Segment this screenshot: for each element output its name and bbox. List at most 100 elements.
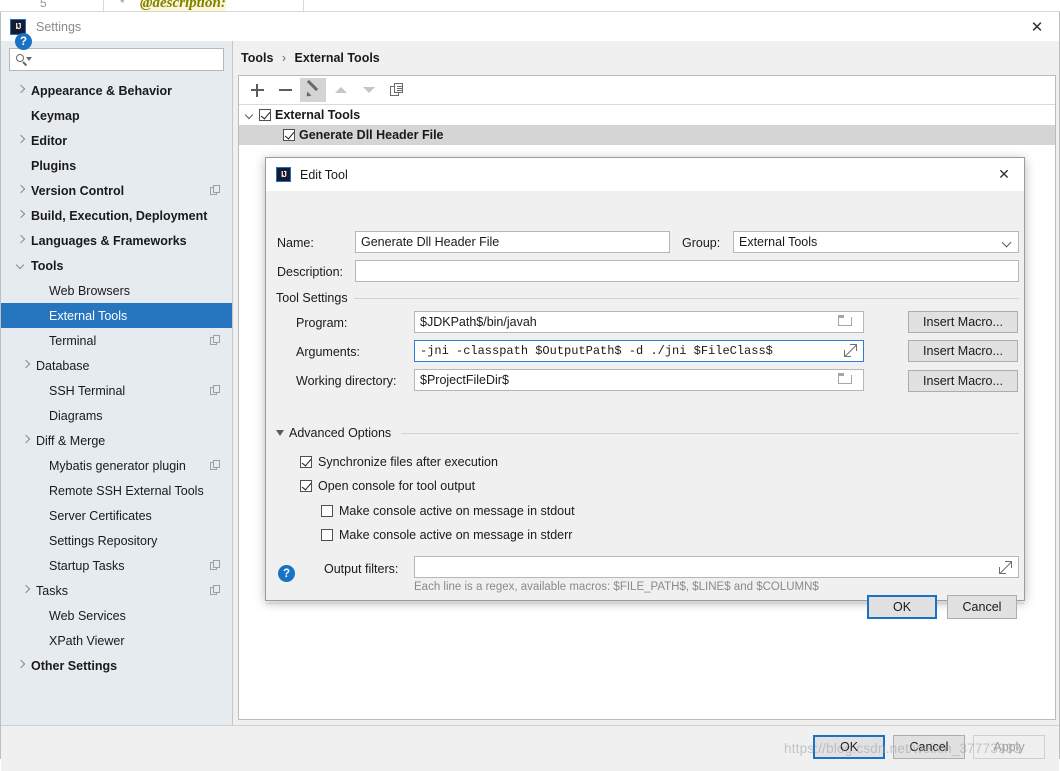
sidebar-item-database[interactable]: Database: [1, 353, 232, 378]
search-container: [1, 41, 232, 77]
sidebar-item-keymap[interactable]: Keymap: [1, 103, 232, 128]
checkbox-label: Make console active on message in stdout: [339, 504, 575, 518]
sidebar-item-settings-repository[interactable]: Settings Repository: [1, 528, 232, 553]
chevron-right-icon[interactable]: [20, 359, 33, 372]
checkbox-synchronize-files[interactable]: Synchronize files after execution: [300, 455, 498, 469]
close-icon[interactable]: ✕: [1015, 12, 1059, 41]
sidebar-item-languages-frameworks[interactable]: Languages & Frameworks: [1, 228, 232, 253]
dialog-cancel-button[interactable]: Cancel: [947, 595, 1017, 619]
sidebar-item-diff-merge[interactable]: Diff & Merge: [1, 428, 232, 453]
name-input[interactable]: [355, 231, 670, 253]
sidebar-item-web-browsers[interactable]: Web Browsers: [1, 278, 232, 303]
sidebar-item-xpath-viewer[interactable]: XPath Viewer: [1, 628, 232, 653]
checkbox-icon: [300, 456, 312, 468]
chevron-right-icon[interactable]: [15, 184, 28, 197]
sidebar-item-ssh-terminal[interactable]: SSH Terminal: [1, 378, 232, 403]
sidebar-item-web-services[interactable]: Web Services: [1, 603, 232, 628]
search-box[interactable]: [9, 48, 224, 71]
checkbox-icon: [321, 505, 333, 517]
close-icon[interactable]: ✕: [984, 158, 1024, 191]
insert-macro-arguments-button[interactable]: Insert Macro...: [908, 340, 1018, 362]
chevron-right-icon[interactable]: [15, 234, 28, 247]
settings-cancel-button[interactable]: Cancel: [893, 735, 965, 759]
sidebar-item-editor[interactable]: Editor: [1, 128, 232, 153]
triangle-down-icon: [276, 430, 284, 436]
sidebar-item-startup-tasks[interactable]: Startup Tasks: [1, 553, 232, 578]
checkbox-console-active-stderr[interactable]: Make console active on message in stderr: [321, 528, 572, 542]
chevron-right-icon[interactable]: [15, 209, 28, 222]
checkbox-icon[interactable]: [259, 109, 271, 121]
output-filters-input[interactable]: [414, 556, 1019, 578]
checkbox-console-active-stdout[interactable]: Make console active on message in stdout: [321, 504, 575, 518]
chevron-right-icon[interactable]: [20, 434, 33, 447]
advanced-options-toggle[interactable]: Advanced Options: [276, 426, 391, 440]
tool-settings-legend: Tool Settings: [276, 291, 354, 305]
sidebar-item-label: Plugins: [31, 158, 77, 173]
folder-icon[interactable]: [838, 315, 852, 327]
sidebar-item-version-control[interactable]: Version Control: [1, 178, 232, 203]
sidebar-item-label: SSH Terminal: [49, 383, 126, 398]
sidebar-item-other-settings[interactable]: Other Settings: [1, 653, 232, 678]
breadcrumb-root[interactable]: Tools: [241, 51, 273, 65]
help-icon[interactable]: ?: [278, 565, 295, 582]
edit-tool-dialog: IJ Edit Tool ✕ Name: Group: External Too…: [265, 157, 1025, 619]
sidebar-item-build-execution-deployment[interactable]: Build, Execution, Deployment: [1, 203, 232, 228]
sidebar-item-terminal[interactable]: Terminal: [1, 328, 232, 353]
arguments-input[interactable]: [414, 340, 864, 362]
tools-item-row[interactable]: Generate Dll Header File: [239, 125, 1055, 145]
sidebar-item-mybatis-generator-plugin[interactable]: Mybatis generator plugin: [1, 453, 232, 478]
sidebar-item-appearance-behavior[interactable]: Appearance & Behavior: [1, 78, 232, 103]
sidebar-item-server-certificates[interactable]: Server Certificates: [1, 503, 232, 528]
sidebar-item-tasks[interactable]: Tasks: [1, 578, 232, 603]
move-down-button[interactable]: [356, 78, 382, 102]
folder-icon[interactable]: [838, 373, 852, 385]
move-up-button[interactable]: [328, 78, 354, 102]
search-input[interactable]: [31, 51, 223, 68]
remove-tool-button[interactable]: [272, 78, 298, 102]
description-input[interactable]: [355, 260, 1019, 282]
chevron-down-icon[interactable]: [244, 109, 257, 122]
edit-tool-button[interactable]: [300, 78, 326, 102]
group-select[interactable]: External Tools: [733, 231, 1019, 253]
chevron-right-icon[interactable]: [15, 659, 28, 672]
chevron-right-icon[interactable]: [15, 134, 28, 147]
settings-ok-button[interactable]: OK: [813, 735, 885, 759]
sidebar-item-label: Startup Tasks: [49, 558, 125, 573]
checkbox-icon[interactable]: [283, 129, 295, 141]
sidebar-item-label: Languages & Frameworks: [31, 233, 187, 248]
chevron-down-icon[interactable]: [15, 259, 28, 272]
checkbox-open-console[interactable]: Open console for tool output: [300, 479, 475, 493]
chevron-down-icon: [1001, 237, 1012, 248]
insert-macro-program-button[interactable]: Insert Macro...: [908, 311, 1018, 333]
insert-macro-working-directory-button[interactable]: Insert Macro...: [908, 370, 1018, 392]
dialog-ok-button[interactable]: OK: [867, 595, 937, 619]
copy-tool-button[interactable]: [384, 78, 410, 102]
help-icon[interactable]: ?: [15, 33, 32, 50]
settings-apply-button[interactable]: Apply: [973, 735, 1045, 759]
program-input[interactable]: [414, 311, 864, 333]
chevron-right-icon[interactable]: [15, 84, 28, 97]
expand-icon[interactable]: [999, 561, 1013, 574]
sidebar-item-label: Appearance & Behavior: [31, 83, 173, 98]
settings-category-tree: Appearance & Behavior Keymap Editor Plugins…: [1, 78, 232, 678]
sidebar-item-plugins[interactable]: Plugins: [1, 153, 232, 178]
sidebar-item-remote-ssh-external-tools[interactable]: Remote SSH External Tools: [1, 478, 232, 503]
sidebar-item-external-tools[interactable]: External Tools: [1, 303, 232, 328]
working-directory-input[interactable]: [414, 369, 864, 391]
tools-row-label: External Tools: [275, 108, 361, 122]
editor-gutter-divider-2: [303, 0, 304, 11]
chevron-right-icon[interactable]: [20, 584, 33, 597]
sidebar-item-diagrams[interactable]: Diagrams: [1, 403, 232, 428]
tools-group-row[interactable]: External Tools: [239, 105, 1055, 125]
sidebar-item-tools[interactable]: Tools: [1, 253, 232, 278]
working-directory-label: Working directory:: [296, 374, 397, 388]
external-tools-toolbar: [239, 76, 1055, 105]
add-tool-button[interactable]: [244, 78, 270, 102]
expand-icon[interactable]: [844, 344, 858, 357]
